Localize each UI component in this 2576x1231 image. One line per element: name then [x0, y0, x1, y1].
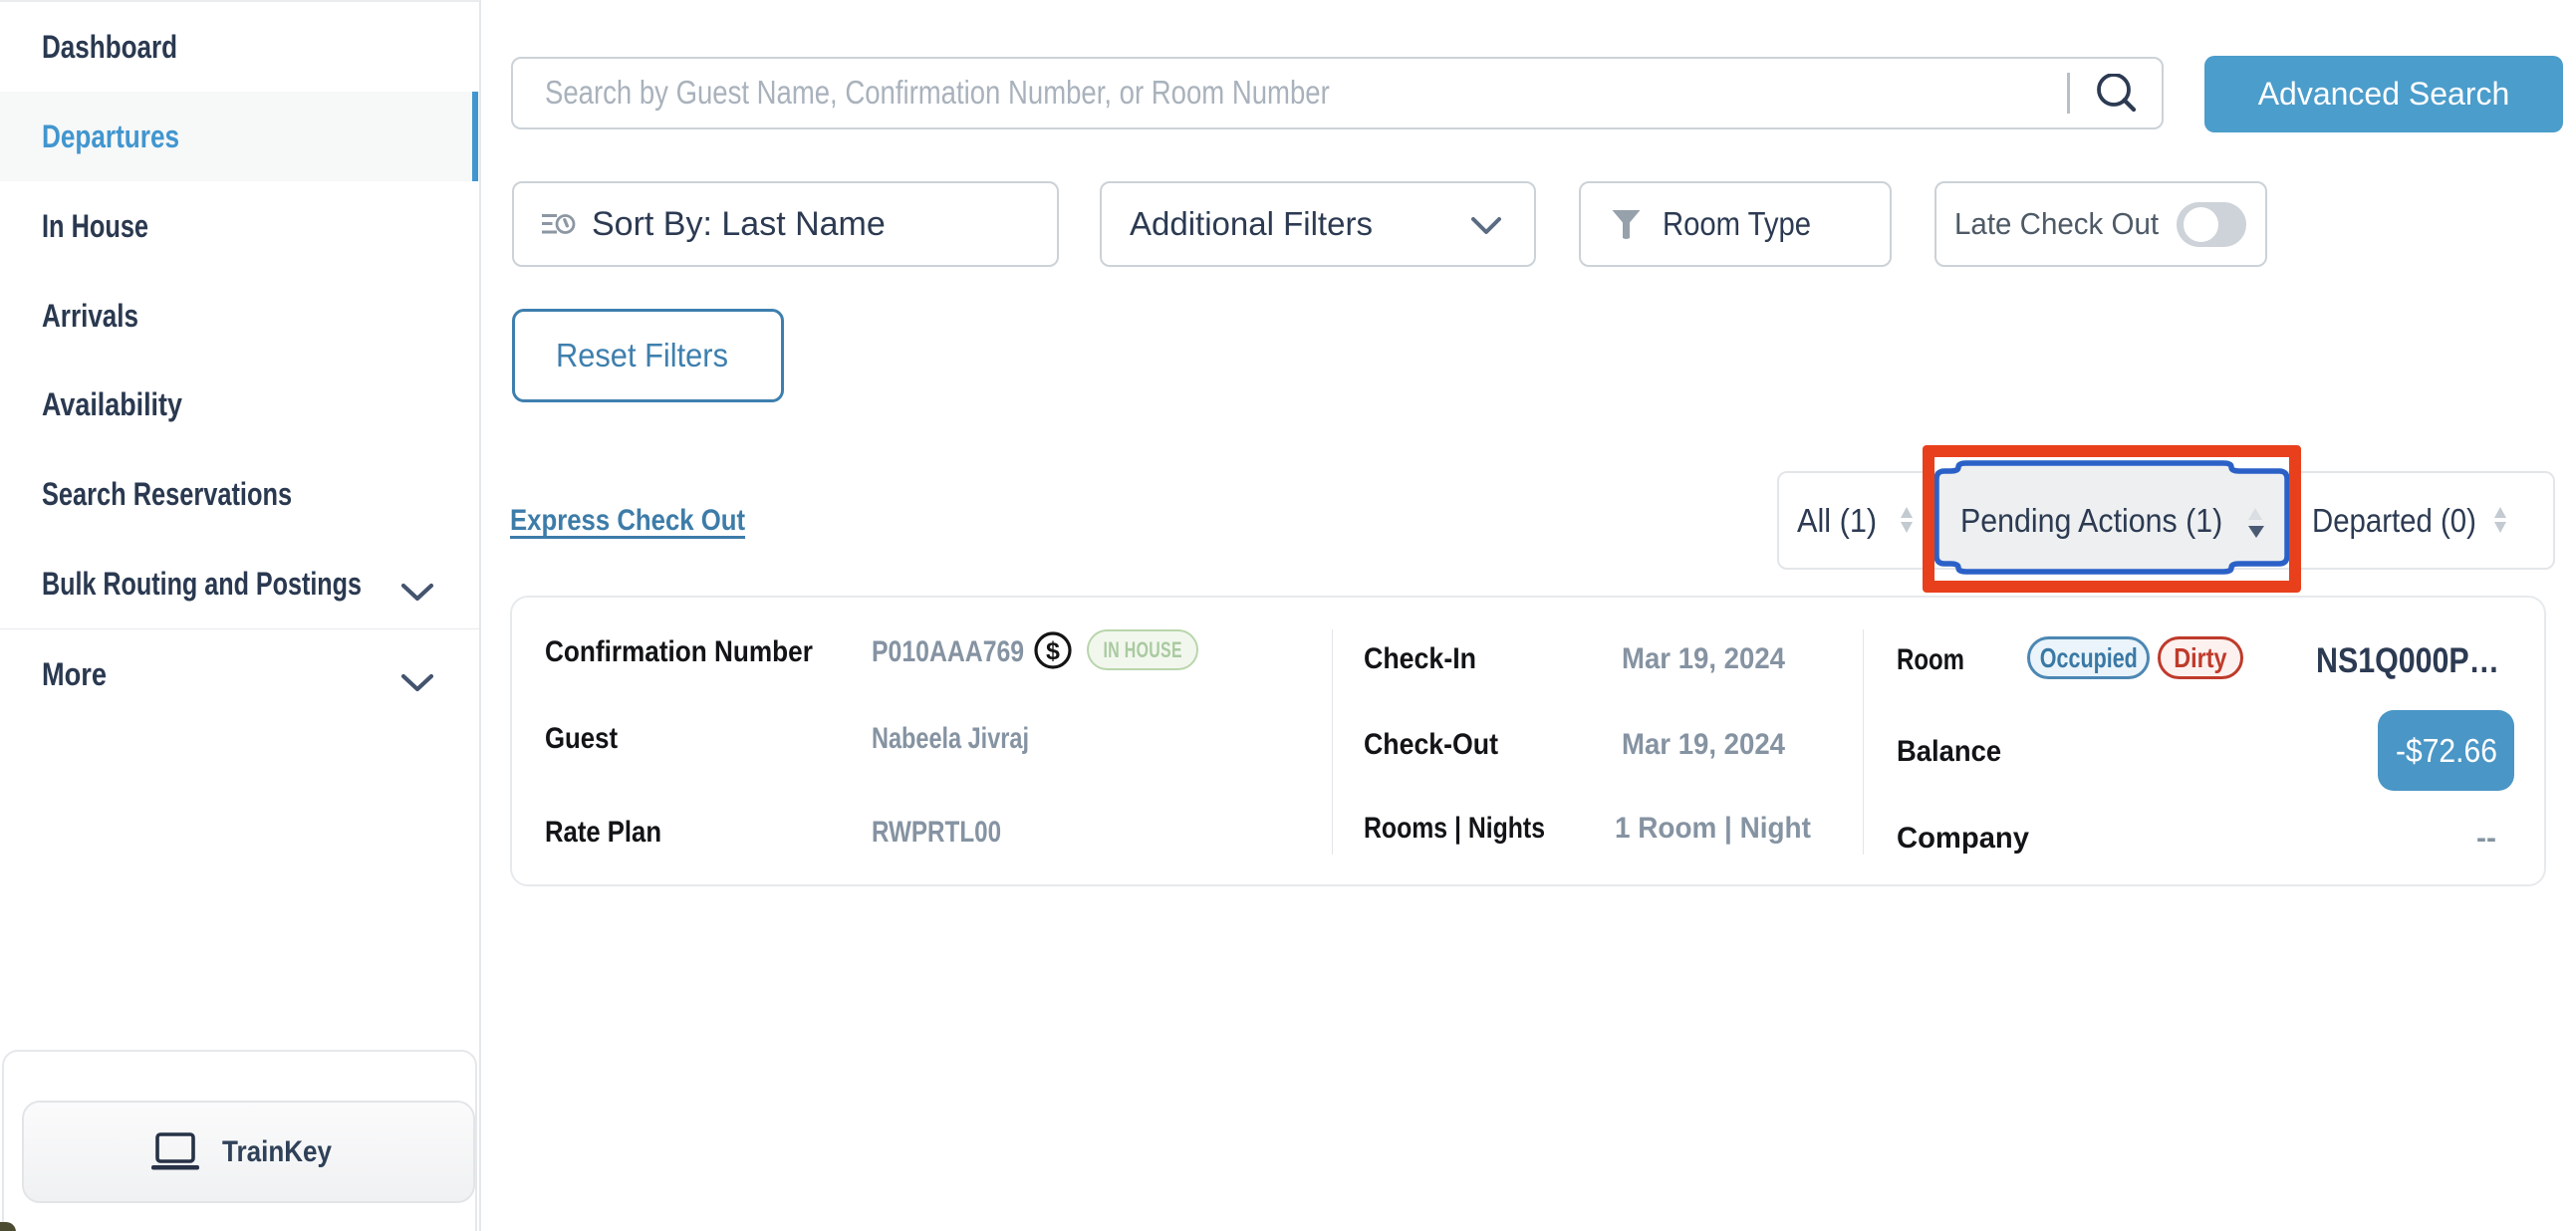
svg-text:$: $ [1046, 637, 1060, 665]
